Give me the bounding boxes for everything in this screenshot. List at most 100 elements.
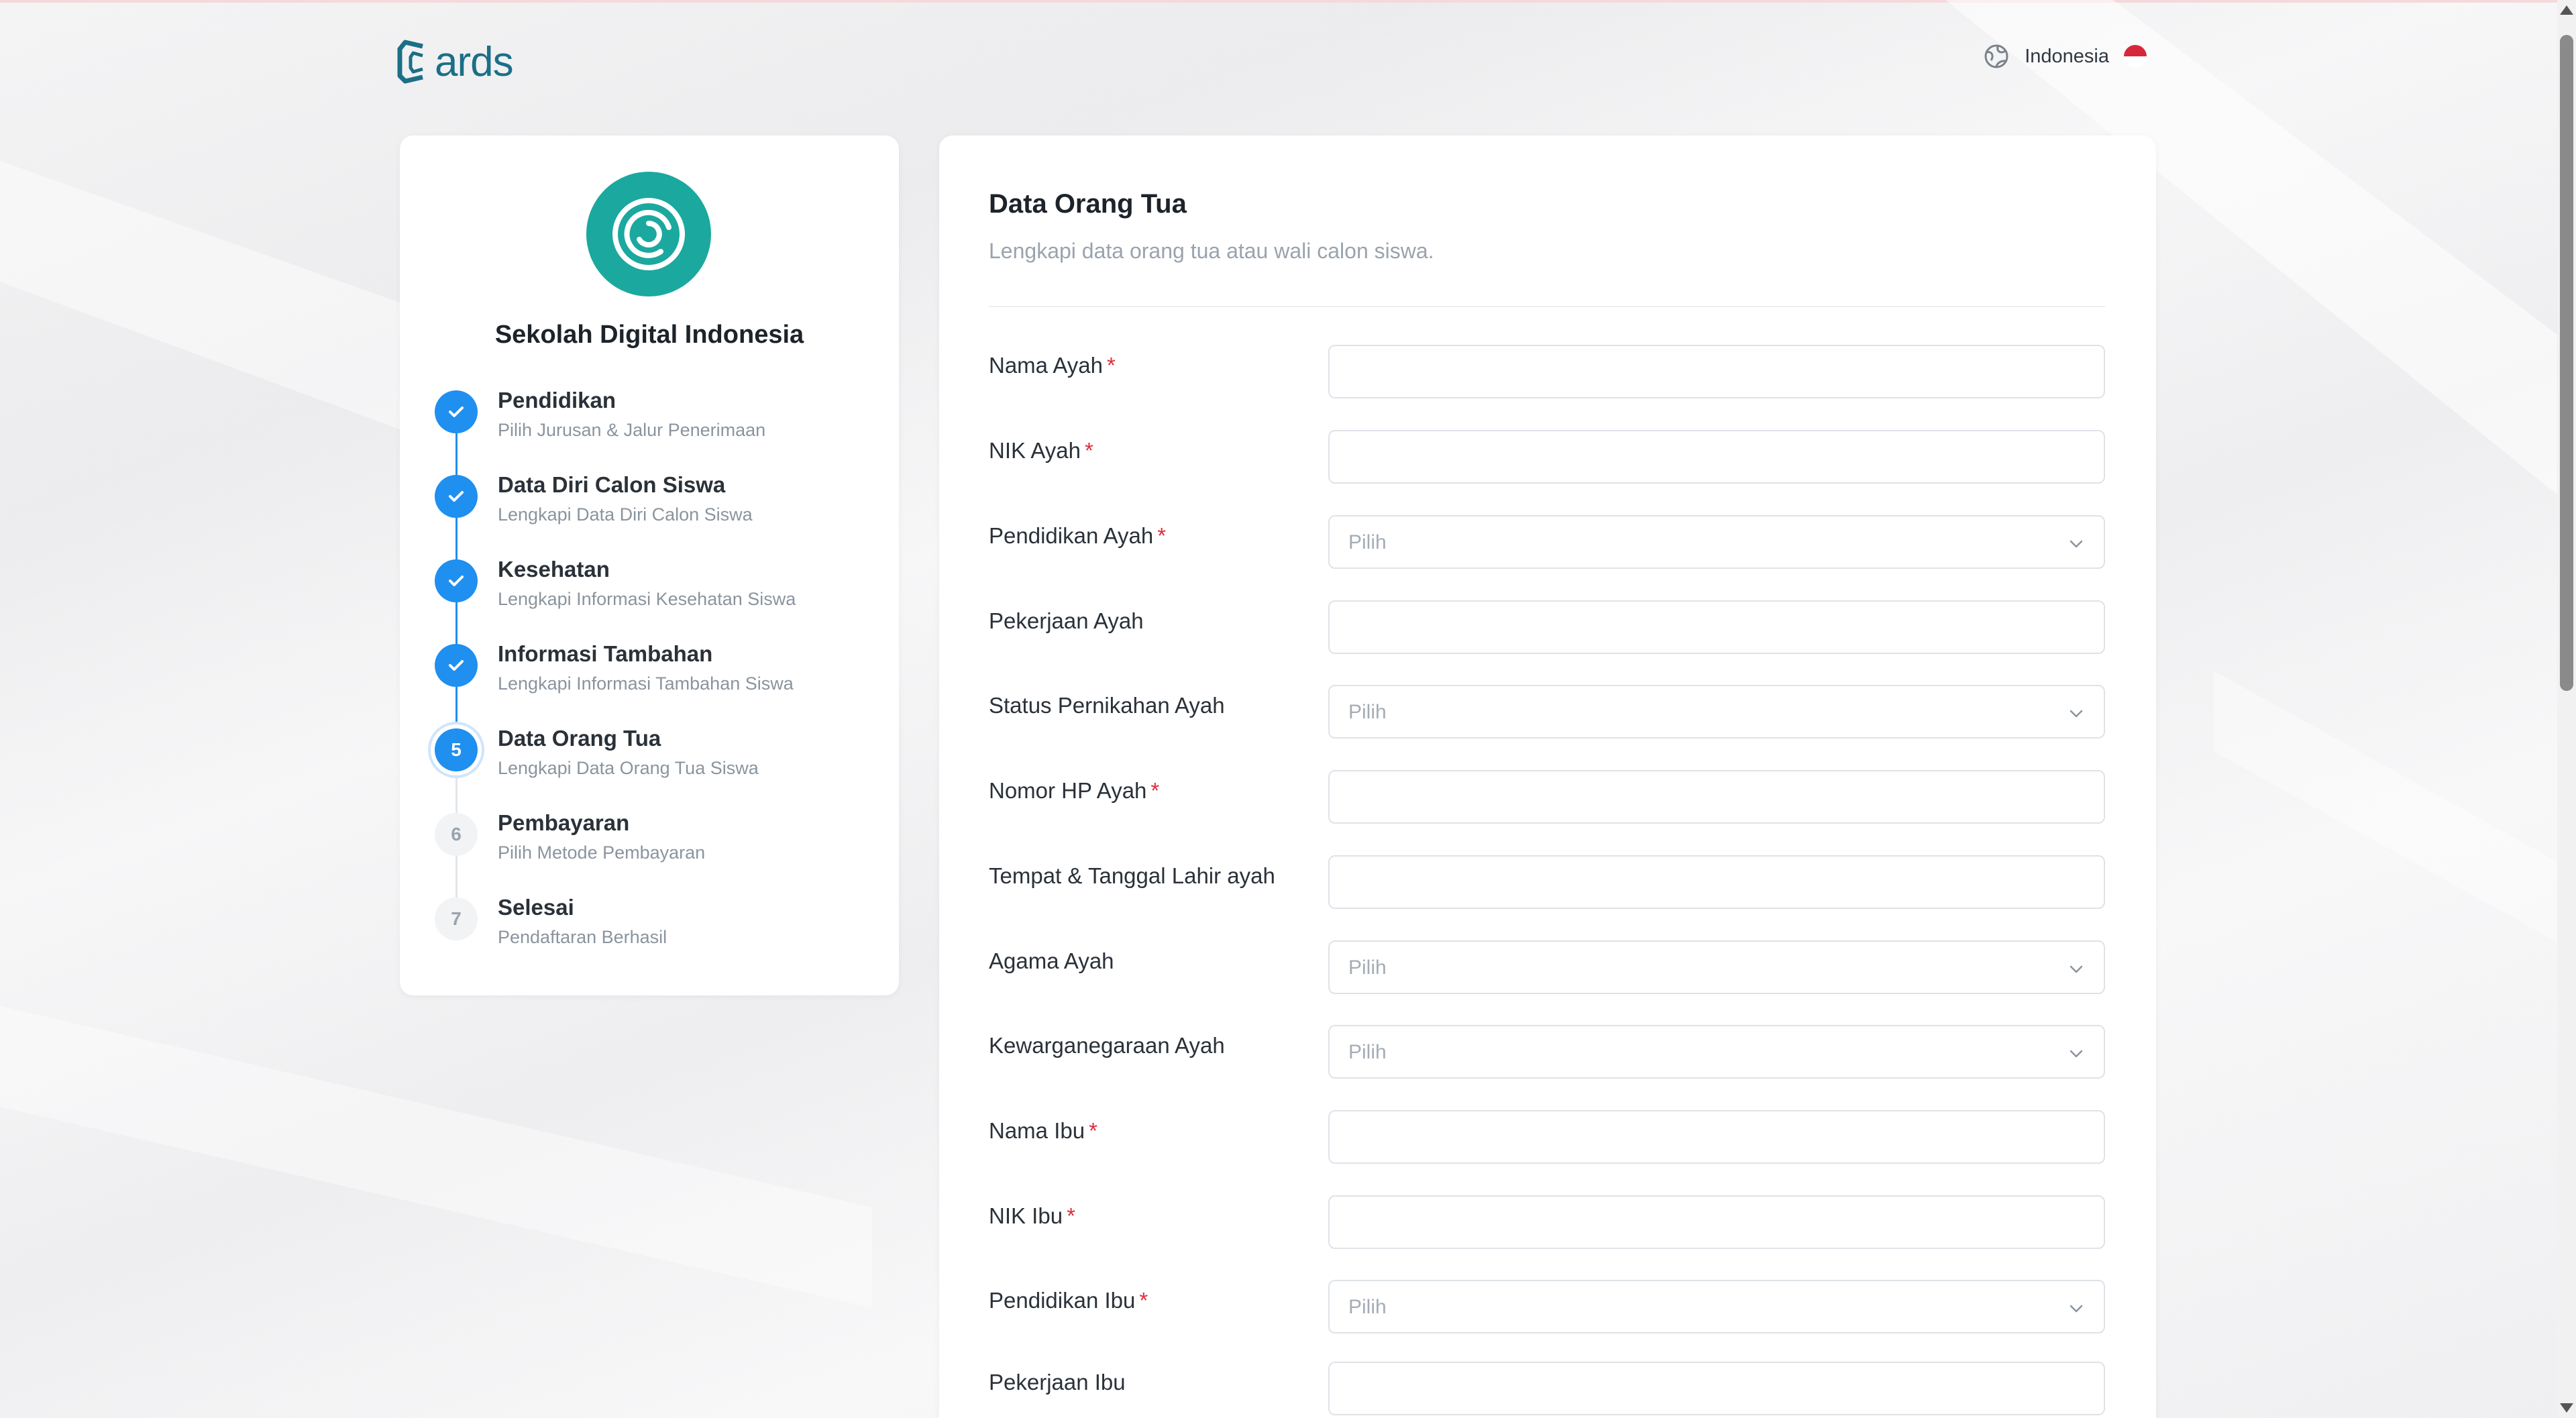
- form-subtitle: Lengkapi data orang tua atau wali calon …: [989, 239, 1434, 263]
- scroll-up-arrow-icon[interactable]: [2560, 5, 2573, 15]
- registration-steps-card: Sekolah Digital Indonesia Pendidikan Pil…: [400, 135, 899, 995]
- school-swirl-icon: [612, 198, 685, 270]
- field-label-text: Tempat & Tanggal Lahir ayah: [989, 863, 1275, 888]
- step-selesai[interactable]: 7 Selesai Pendaftaran Berhasil: [435, 895, 864, 965]
- check-icon: [435, 559, 478, 602]
- chevron-down-icon: [2070, 710, 2083, 718]
- field-label: Agama Ayah: [989, 948, 1114, 974]
- step-number: 5: [435, 728, 478, 771]
- step-data-orang-tua[interactable]: 5 Data Orang Tua Lengkapi Data Orang Tua…: [435, 726, 864, 796]
- pekerjaan-ibu-input[interactable]: [1328, 1362, 2105, 1415]
- step-title: Informasi Tambahan: [498, 641, 713, 666]
- window-top-border: [0, 0, 2576, 3]
- step-number: 6: [435, 813, 478, 856]
- step-subtitle: Lengkapi Informasi Kesehatan Siswa: [498, 589, 796, 609]
- field-label: Kewarganegaraan Ayah: [989, 1033, 1225, 1058]
- kewarganegaraan-ayah-select[interactable]: Pilih: [1328, 1025, 2105, 1079]
- field-label: Pekerjaan Ayah: [989, 608, 1144, 634]
- brand-logo[interactable]: ards: [396, 38, 514, 86]
- field-row-pekerjaan-ayah: Pekerjaan Ayah: [989, 600, 2105, 655]
- field-label: Pendidikan Ibu *: [989, 1288, 1148, 1313]
- chevron-down-icon: [2070, 540, 2083, 548]
- check-icon: [435, 390, 478, 433]
- nama-ayah-input[interactable]: [1328, 345, 2105, 398]
- field-label: Tempat & Tanggal Lahir ayah: [989, 863, 1275, 889]
- field-row-kewarganegaraan-ayah: Kewarganegaraan Ayah Pilih: [989, 1025, 2105, 1080]
- language-selector[interactable]: Indonesia: [1983, 43, 2147, 70]
- scrollbar-thumb[interactable]: [2560, 35, 2573, 691]
- select-placeholder: Pilih: [1348, 1296, 1387, 1318]
- step-subtitle: Pilih Metode Pembayaran: [498, 842, 706, 863]
- chevron-down-icon: [2070, 965, 2083, 973]
- chevron-down-icon: [2070, 1050, 2083, 1058]
- field-row-tempat-tanggal-lahir-ayah: Tempat & Tanggal Lahir ayah: [989, 855, 2105, 910]
- field-label-text: Pekerjaan Ibu: [989, 1370, 1126, 1395]
- field-label-text: Pendidikan Ibu: [989, 1288, 1136, 1313]
- agama-ayah-select[interactable]: Pilih: [1328, 940, 2105, 994]
- step-informasi-tambahan[interactable]: Informasi Tambahan Lengkapi Informasi Ta…: [435, 641, 864, 711]
- logo-mark-icon: [397, 40, 423, 84]
- page-scrollbar[interactable]: [2557, 0, 2576, 1418]
- select-placeholder: Pilih: [1348, 701, 1387, 723]
- pekerjaan-ayah-input[interactable]: [1328, 600, 2105, 654]
- logo-text: ards: [435, 38, 514, 85]
- field-row-nik-ayah: NIK Ayah *: [989, 430, 2105, 485]
- indonesia-flag-icon: [2124, 45, 2147, 68]
- chevron-down-icon: [2070, 1305, 2083, 1313]
- field-row-nama-ayah: Nama Ayah *: [989, 345, 2105, 400]
- field-label: Nama Ibu *: [989, 1118, 1097, 1144]
- field-row-pendidikan-ayah: Pendidikan Ayah * Pilih: [989, 515, 2105, 570]
- field-label-text: NIK Ibu: [989, 1203, 1063, 1228]
- field-label: Pendidikan Ayah *: [989, 523, 1166, 549]
- tempat-tanggal-lahir-ayah-input[interactable]: [1328, 855, 2105, 909]
- check-icon: [435, 475, 478, 518]
- globe-icon: [1984, 44, 2008, 68]
- nama-ibu-input[interactable]: [1328, 1110, 2105, 1164]
- language-label: Indonesia: [2025, 45, 2109, 67]
- pendidikan-ayah-select[interactable]: Pilih: [1328, 515, 2105, 569]
- field-label-text: Pendidikan Ayah: [989, 523, 1154, 548]
- step-pembayaran[interactable]: 6 Pembayaran Pilih Metode Pembayaran: [435, 810, 864, 880]
- select-placeholder: Pilih: [1348, 1041, 1387, 1063]
- pendidikan-ibu-select[interactable]: Pilih: [1328, 1280, 2105, 1333]
- select-placeholder: Pilih: [1348, 957, 1387, 979]
- nomor-hp-ayah-input[interactable]: [1328, 770, 2105, 824]
- step-subtitle: Pendaftaran Berhasil: [498, 927, 667, 947]
- required-mark: *: [1067, 1203, 1075, 1228]
- school-logo: [586, 172, 711, 296]
- required-mark: *: [1089, 1118, 1097, 1143]
- required-mark: *: [1150, 778, 1160, 803]
- field-label-text: Agama Ayah: [989, 948, 1114, 973]
- step-title: Selesai: [498, 895, 574, 920]
- field-label: NIK Ayah *: [989, 438, 1093, 463]
- step-subtitle: Pilih Jurusan & Jalur Penerimaan: [498, 420, 766, 440]
- form-title: Data Orang Tua: [989, 189, 1187, 219]
- scroll-down-arrow-icon[interactable]: [2560, 1403, 2573, 1413]
- field-row-pekerjaan-ibu: Pekerjaan Ibu: [989, 1362, 2105, 1417]
- field-label: Pekerjaan Ibu: [989, 1370, 1126, 1395]
- check-icon: [435, 644, 478, 687]
- field-label: NIK Ibu *: [989, 1203, 1075, 1229]
- step-data-diri[interactable]: Data Diri Calon Siswa Lengkapi Data Diri…: [435, 472, 864, 542]
- parent-data-form: Data Orang Tua Lengkapi data orang tua a…: [939, 135, 2156, 1418]
- field-label-text: Nama Ayah: [989, 353, 1103, 378]
- nik-ayah-input[interactable]: [1328, 430, 2105, 484]
- required-mark: *: [1084, 438, 1093, 463]
- field-label-text: Pekerjaan Ayah: [989, 608, 1144, 633]
- field-row-nik-ibu: NIK Ibu *: [989, 1195, 2105, 1250]
- step-kesehatan[interactable]: Kesehatan Lengkapi Informasi Kesehatan S…: [435, 557, 864, 626]
- field-label-text: Nama Ibu: [989, 1118, 1085, 1143]
- field-label: Nama Ayah *: [989, 353, 1116, 378]
- status-pernikahan-ayah-select[interactable]: Pilih: [1328, 685, 2105, 739]
- step-title: Kesehatan: [498, 557, 610, 582]
- required-mark: *: [1107, 353, 1116, 378]
- field-row-nama-ibu: Nama Ibu *: [989, 1110, 2105, 1165]
- step-pendidikan[interactable]: Pendidikan Pilih Jurusan & Jalur Penerim…: [435, 388, 864, 457]
- required-mark: *: [1157, 523, 1167, 548]
- step-title: Data Diri Calon Siswa: [498, 472, 726, 497]
- field-row-status-pernikahan-ayah: Status Pernikahan Ayah Pilih: [989, 685, 2105, 740]
- field-row-nomor-hp-ayah: Nomor HP Ayah *: [989, 770, 2105, 825]
- field-label: Nomor HP Ayah *: [989, 778, 1159, 804]
- field-label-text: Nomor HP Ayah: [989, 778, 1147, 803]
- nik-ibu-input[interactable]: [1328, 1195, 2105, 1249]
